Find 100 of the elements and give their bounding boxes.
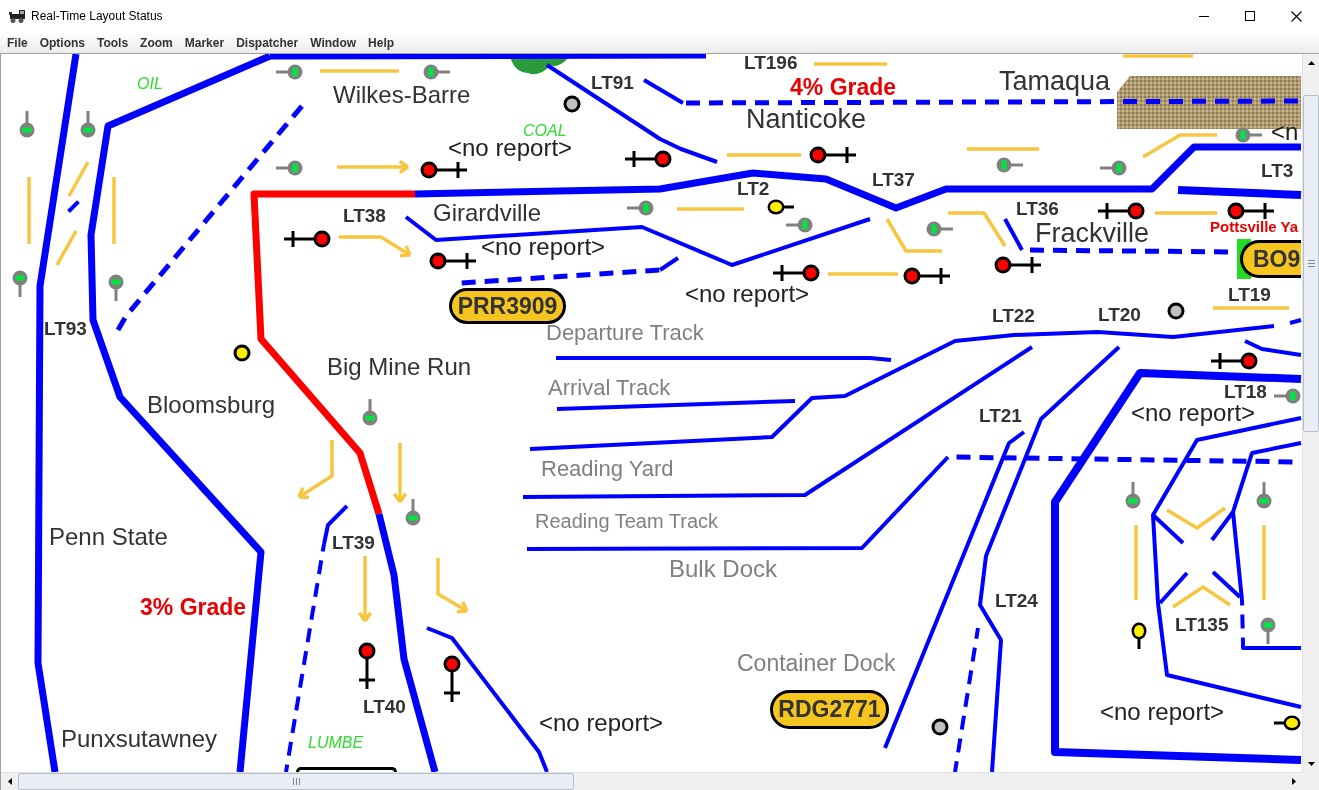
place-name: Penn State xyxy=(49,525,168,549)
route-line xyxy=(948,211,1007,247)
place-name: Frackville xyxy=(1035,219,1149,247)
block-label: LT38 xyxy=(343,205,386,225)
signal-icon[interactable] xyxy=(809,146,856,164)
block-label: LT37 xyxy=(872,169,915,189)
report-text: <no report> xyxy=(1100,700,1225,724)
close-icon xyxy=(1290,10,1302,22)
scroll-thumb[interactable] xyxy=(18,773,574,790)
signal-icon[interactable] xyxy=(773,264,820,282)
block-label: LT24 xyxy=(995,590,1038,610)
route-line xyxy=(67,161,90,197)
track-name: Departure Track xyxy=(546,322,704,344)
industry-label: COAL xyxy=(523,123,567,139)
route-arrow xyxy=(297,438,334,500)
block-label: LT39 xyxy=(332,532,375,552)
route-arrow xyxy=(392,441,408,504)
sensor-icon[interactable] xyxy=(563,95,581,113)
report-text: <no report> xyxy=(448,136,573,160)
track-name: Container Dock xyxy=(737,651,896,675)
route-line xyxy=(677,207,744,211)
route-line xyxy=(967,147,1039,151)
menu-item[interactable]: Zoom xyxy=(140,36,173,49)
signal-icon[interactable] xyxy=(443,655,461,702)
report-text: <no report> xyxy=(539,711,664,735)
sensor-icon[interactable] xyxy=(1167,302,1185,320)
signal-icon[interactable] xyxy=(420,161,467,179)
block-label: LT21 xyxy=(979,405,1022,425)
place-name: Wilkes-Barre xyxy=(333,83,471,107)
industry-label: LUMBE xyxy=(308,735,364,751)
route-line xyxy=(1155,211,1217,215)
signal-icon[interactable] xyxy=(284,230,331,248)
locomotive-icon xyxy=(9,9,25,23)
down-arrow-icon xyxy=(1307,761,1315,766)
track-name: Bulk Dock xyxy=(669,557,778,581)
route-line xyxy=(27,177,31,244)
left-arrow-icon xyxy=(7,778,12,785)
place-name: Nanticoke xyxy=(746,105,867,133)
route-arrow xyxy=(436,556,469,614)
menu-item[interactable]: Tools xyxy=(97,36,129,49)
block-label: LT22 xyxy=(992,305,1035,325)
place-name: Girardville xyxy=(433,201,542,225)
signal-icon[interactable] xyxy=(358,642,376,689)
signal-icon[interactable] xyxy=(1274,715,1301,731)
block-label: LT3 xyxy=(1261,160,1294,180)
menu-item[interactable]: Dispatcher xyxy=(236,36,299,49)
block-label: LT135 xyxy=(1175,614,1229,634)
grip-icon xyxy=(1307,260,1315,267)
signal-icon[interactable] xyxy=(1098,202,1145,220)
train-tag[interactable]: RDG2771 xyxy=(770,690,889,729)
block-label: LT40 xyxy=(363,696,406,716)
block-label: LT18 xyxy=(1224,381,1267,401)
block-label: LT19 xyxy=(1228,284,1271,304)
signal-icon[interactable] xyxy=(767,199,794,215)
route-line xyxy=(1172,585,1231,609)
report-text: <no report> xyxy=(1131,401,1256,425)
track-name: Arrival Track xyxy=(548,377,671,399)
block-label: LT93 xyxy=(44,318,87,338)
window-title: Real-Time Layout Status xyxy=(31,8,163,25)
up-arrow-icon xyxy=(1307,60,1315,65)
industry-label: OIL xyxy=(137,76,163,92)
route-line xyxy=(1166,506,1226,530)
signal-icon[interactable] xyxy=(1131,622,1147,649)
block-label: LT36 xyxy=(1016,198,1059,218)
signal-icon[interactable] xyxy=(994,256,1041,274)
place-name: Punxsutawney xyxy=(61,727,218,751)
signal-icon[interactable] xyxy=(1211,352,1258,370)
train-tag[interactable]: BO9 xyxy=(1240,240,1301,278)
menu-item[interactable]: Options xyxy=(39,36,85,49)
place-name: Bloomsburg xyxy=(147,393,276,417)
report-text: <no report> xyxy=(685,282,810,306)
track-name: Reading Team Track xyxy=(535,511,719,531)
report-text: <no report> xyxy=(481,235,606,259)
place-name: Big Mine Run xyxy=(327,355,472,379)
route-line xyxy=(885,218,942,253)
scroll-thumb[interactable] xyxy=(1303,95,1319,432)
menu-item[interactable]: Help xyxy=(368,36,395,49)
signal-icon[interactable] xyxy=(429,252,476,270)
block-label: LT20 xyxy=(1098,304,1141,324)
block-label: LT91 xyxy=(591,72,634,92)
place-name: Tamaqua xyxy=(999,67,1111,95)
menu-item[interactable]: Window xyxy=(310,36,357,49)
menu-item[interactable]: File xyxy=(7,36,28,49)
maximize-icon xyxy=(1245,11,1255,21)
route-line xyxy=(828,272,898,276)
signal-icon[interactable] xyxy=(903,267,950,285)
menu-item[interactable]: Marker xyxy=(184,36,225,49)
sensor-icon[interactable] xyxy=(233,344,251,362)
grip-icon xyxy=(292,778,300,785)
track-name: Reading Yard xyxy=(541,458,674,480)
signal-icon[interactable] xyxy=(625,150,672,168)
grade-label: 3% Grade xyxy=(140,595,247,619)
route-line xyxy=(1123,54,1193,58)
train-tag[interactable]: PRR3909 xyxy=(449,288,566,324)
route-line xyxy=(55,230,78,266)
sensor-icon[interactable] xyxy=(931,718,949,736)
yard-name: Pottsville Ya xyxy=(1210,218,1299,234)
signal-icon[interactable] xyxy=(1227,202,1274,220)
grade-label: 4% Grade xyxy=(790,75,897,99)
minimize-icon xyxy=(1199,15,1209,17)
